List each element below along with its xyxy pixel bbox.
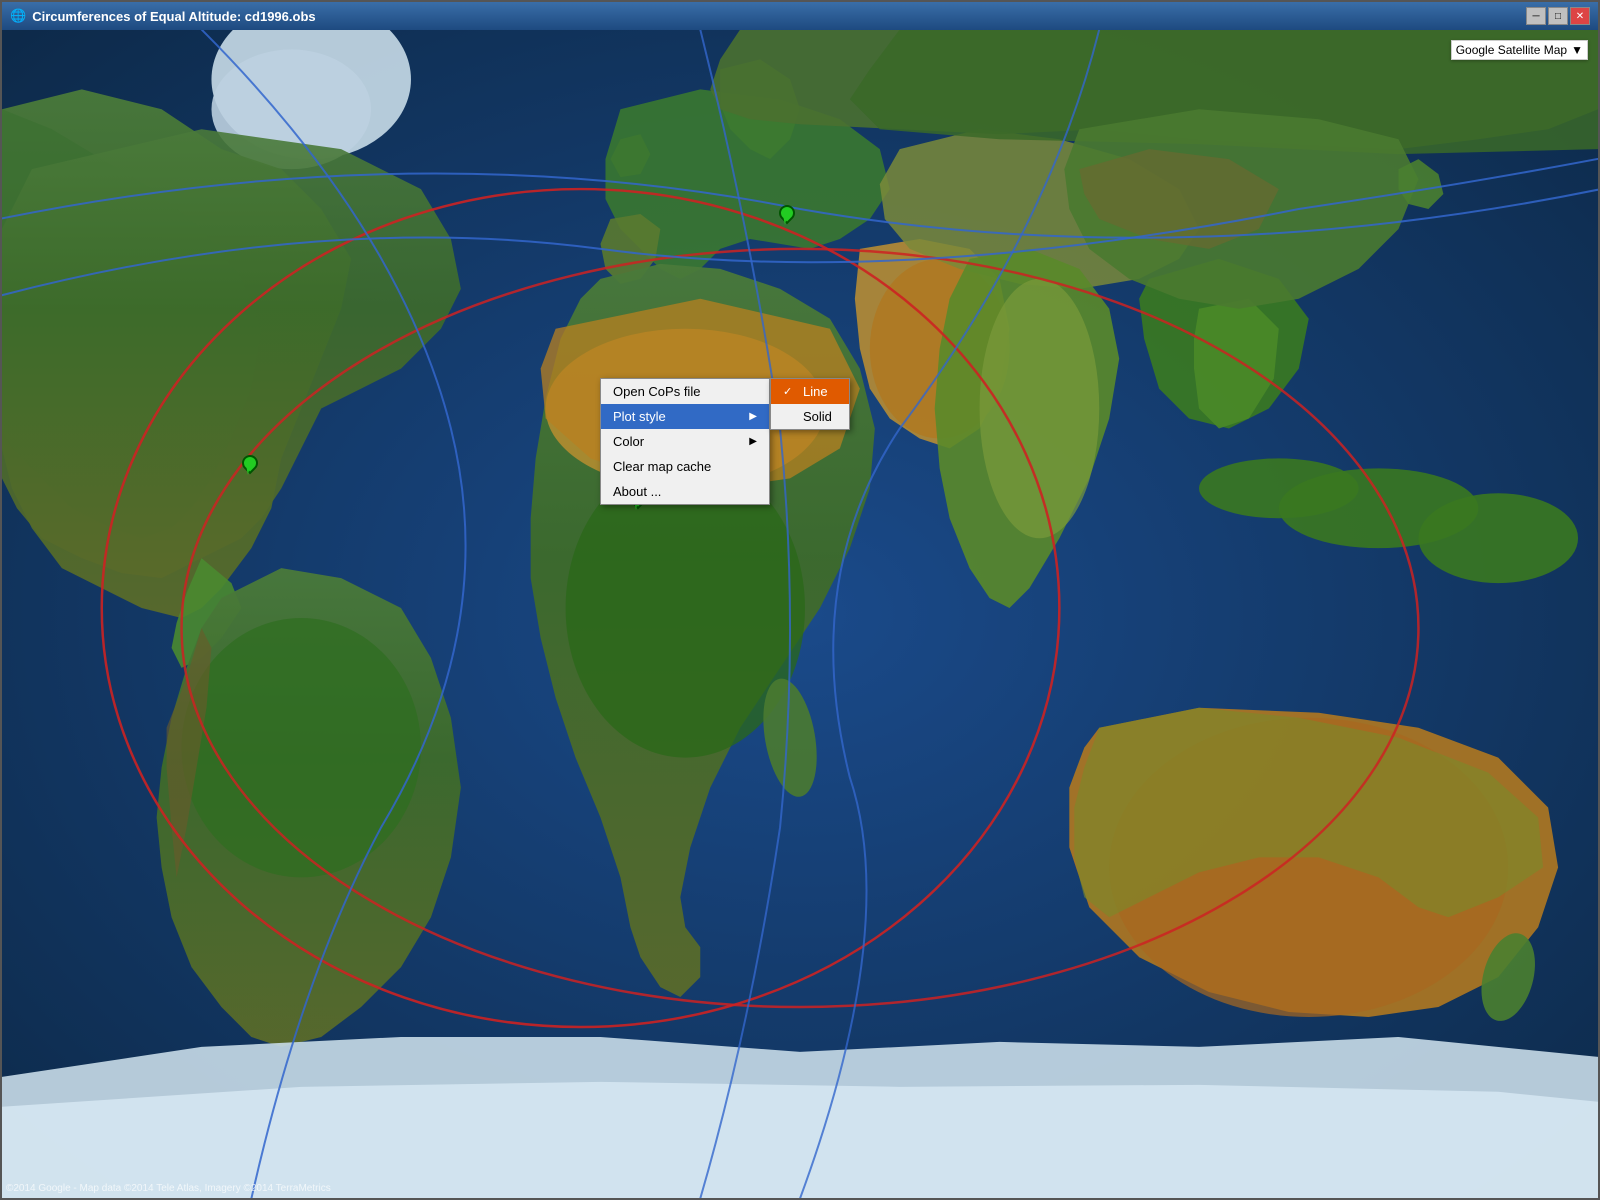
submenu-arrow-icon: ▶ bbox=[749, 411, 757, 422]
map-background: Google Satellite Map ▼ Open CoPs file Pl… bbox=[2, 30, 1598, 1198]
solid-style-label: Solid bbox=[803, 409, 832, 424]
window-title: Circumferences of Equal Altitude: cd1996… bbox=[32, 9, 315, 24]
maximize-button[interactable]: □ bbox=[1548, 7, 1568, 25]
plot-style-label: Plot style bbox=[613, 409, 666, 424]
line-style-item[interactable]: ✓ Line bbox=[771, 379, 849, 404]
chevron-down-icon: ▼ bbox=[1571, 43, 1583, 57]
color-arrow-icon: ▶ bbox=[749, 436, 757, 447]
map-svg bbox=[2, 30, 1598, 1198]
solid-style-item[interactable]: Solid bbox=[771, 404, 849, 429]
title-bar-controls: ─ □ ✕ bbox=[1526, 7, 1590, 25]
title-bar-title: 🌐 Circumferences of Equal Altitude: cd19… bbox=[10, 8, 316, 24]
line-style-label: Line bbox=[803, 384, 828, 399]
about-label: About ... bbox=[613, 484, 661, 499]
pin-brazil bbox=[240, 455, 256, 477]
pin-asia bbox=[777, 205, 793, 227]
app-window: 🌐 Circumferences of Equal Altitude: cd19… bbox=[0, 0, 1600, 1200]
submenu-plot-style: ✓ Line Solid bbox=[770, 378, 850, 430]
close-button[interactable]: ✕ bbox=[1570, 7, 1590, 25]
app-icon: 🌐 bbox=[10, 8, 26, 24]
minimize-button[interactable]: ─ bbox=[1526, 7, 1546, 25]
map-type-selector[interactable]: Google Satellite Map ▼ bbox=[1451, 40, 1588, 60]
open-cops-file-label: Open CoPs file bbox=[613, 384, 700, 399]
clear-map-cache-item[interactable]: Clear map cache bbox=[601, 454, 769, 479]
plot-style-item[interactable]: Plot style ▶ bbox=[601, 404, 769, 429]
context-menu: Open CoPs file Plot style ▶ Color ▶ Clea… bbox=[600, 378, 770, 505]
title-bar: 🌐 Circumferences of Equal Altitude: cd19… bbox=[2, 2, 1598, 30]
color-label: Color bbox=[613, 434, 644, 449]
open-cops-file-item[interactable]: Open CoPs file bbox=[601, 379, 769, 404]
clear-map-cache-label: Clear map cache bbox=[613, 459, 711, 474]
map-type-label: Google Satellite Map bbox=[1456, 43, 1567, 57]
color-item[interactable]: Color ▶ bbox=[601, 429, 769, 454]
map-container[interactable]: Google Satellite Map ▼ Open CoPs file Pl… bbox=[2, 30, 1598, 1198]
check-mark-icon: ✓ bbox=[783, 385, 797, 398]
about-item[interactable]: About ... bbox=[601, 479, 769, 504]
attribution: ©2014 Google - Map data ©2014 Tele Atlas… bbox=[6, 1183, 331, 1194]
attribution-text: ©2014 Google - Map data ©2014 Tele Atlas… bbox=[6, 1183, 331, 1194]
